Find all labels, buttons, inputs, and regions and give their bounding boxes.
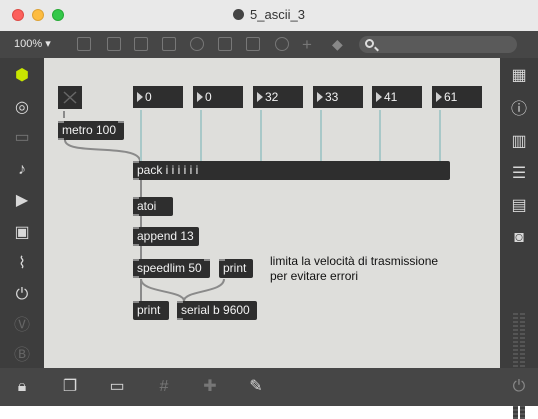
camera-icon[interactable]: ◙ — [509, 228, 529, 248]
wrench-icon[interactable]: ✎ — [246, 377, 266, 397]
toggle-x-icon — [63, 91, 77, 104]
atoi-object[interactable]: atoi — [133, 197, 173, 216]
target-icon[interactable]: ◎ — [12, 98, 32, 118]
pack-object[interactable]: pack i i i i i i — [133, 161, 450, 180]
number-box-2[interactable]: 0 — [193, 86, 243, 108]
paperclip-icon[interactable]: ⌇ — [12, 254, 32, 274]
dial-icon[interactable] — [275, 37, 289, 51]
toggle[interactable] — [58, 86, 82, 109]
cube-icon[interactable]: ⬢ — [12, 66, 32, 86]
comment-text: limita la velocità di trasmissione per e… — [270, 254, 439, 283]
windows-icon[interactable]: ❐ — [60, 377, 80, 397]
metro-object[interactable]: metro 100 — [58, 121, 124, 140]
number-triangle-icon — [137, 92, 143, 102]
append-object[interactable]: append 13 — [133, 227, 199, 246]
play-step-icon[interactable]: ▶ — [12, 191, 32, 211]
info-icon[interactable]: ⓘ — [509, 100, 529, 120]
film-icon[interactable]: ▭ — [12, 128, 32, 148]
toggle-icon[interactable] — [162, 37, 176, 51]
vizzie-b-icon[interactable]: Ⓑ — [12, 346, 32, 366]
lock-icon[interactable]: 🔒︎ — [12, 377, 32, 397]
number-box-4[interactable]: 33 — [313, 86, 363, 108]
message-icon[interactable] — [107, 37, 121, 51]
grid-icon[interactable]: # — [154, 377, 174, 397]
book-open-icon[interactable]: ▥ — [509, 132, 529, 152]
image-icon[interactable]: ▣ — [12, 223, 32, 243]
plug-icon[interactable]: ⏻ — [12, 285, 32, 305]
number-triangle-icon — [376, 92, 382, 102]
number-box-1[interactable]: 0 — [133, 86, 183, 108]
button-icon[interactable] — [190, 37, 204, 51]
number-triangle-icon — [436, 92, 442, 102]
reference-icon[interactable]: ▤ — [509, 196, 529, 216]
patcher-canvas[interactable]: metro 100 0 0 32 33 41 61 pack i i i i i… — [44, 58, 500, 368]
right-sidebar: ▦ ⓘ ▥ ☰ ▤ ◙ — [500, 58, 538, 419]
number-box-3[interactable]: 32 — [253, 86, 303, 108]
search-icon — [365, 39, 374, 48]
comment-icon[interactable] — [134, 37, 148, 51]
list-icon[interactable]: ☰ — [509, 164, 529, 184]
power-icon[interactable]: ⏻ — [509, 377, 529, 397]
add-icon[interactable]: + — [302, 35, 312, 55]
bottom-bar: 🔒︎ ❐ ▭ # ✚ ✎ ⏻ — [0, 368, 538, 406]
play-icon[interactable] — [218, 37, 232, 51]
document-icon — [233, 9, 245, 20]
search-input[interactable] — [359, 36, 517, 53]
vizzie-v-icon[interactable]: Ⓥ — [12, 316, 32, 336]
paint-bucket-icon[interactable]: ◆ — [332, 36, 343, 53]
presentation-icon[interactable]: ▭ — [107, 377, 127, 397]
number-triangle-icon — [197, 92, 203, 102]
number-box-5[interactable]: 41 — [372, 86, 422, 108]
zoom-menu[interactable]: 100% ▾ — [14, 37, 51, 50]
music-note-icon[interactable]: ♪ — [12, 160, 32, 180]
presentation-icon[interactable] — [77, 37, 91, 51]
slider-icon[interactable] — [246, 37, 260, 51]
toolbar: 100% ▾ + ◆ — [0, 31, 538, 58]
number-box-6[interactable]: 61 — [432, 86, 482, 108]
title-bar: 5_ascii_3 — [0, 0, 538, 32]
print-top-object[interactable]: print — [219, 259, 253, 278]
speedlim-object[interactable]: speedlim 50 — [133, 259, 210, 278]
print-bottom-object[interactable]: print — [133, 301, 169, 320]
number-triangle-icon — [317, 92, 323, 102]
max-patcher-window: 5_ascii_3 100% ▾ + ◆ ⬢ ◎ ▭ ♪ ▶ ▣ ⌇ ⏻ Ⓥ Ⓑ… — [0, 0, 538, 419]
serial-object[interactable]: serial b 9600 — [177, 301, 257, 320]
grid-icon[interactable]: ▦ — [509, 66, 529, 86]
left-sidebar: ⬢ ◎ ▭ ♪ ▶ ▣ ⌇ ⏻ Ⓥ Ⓑ — [0, 58, 44, 368]
add-object-icon[interactable]: ✚ — [200, 377, 220, 397]
window-title: 5_ascii_3 — [0, 7, 538, 22]
number-triangle-icon — [257, 92, 263, 102]
